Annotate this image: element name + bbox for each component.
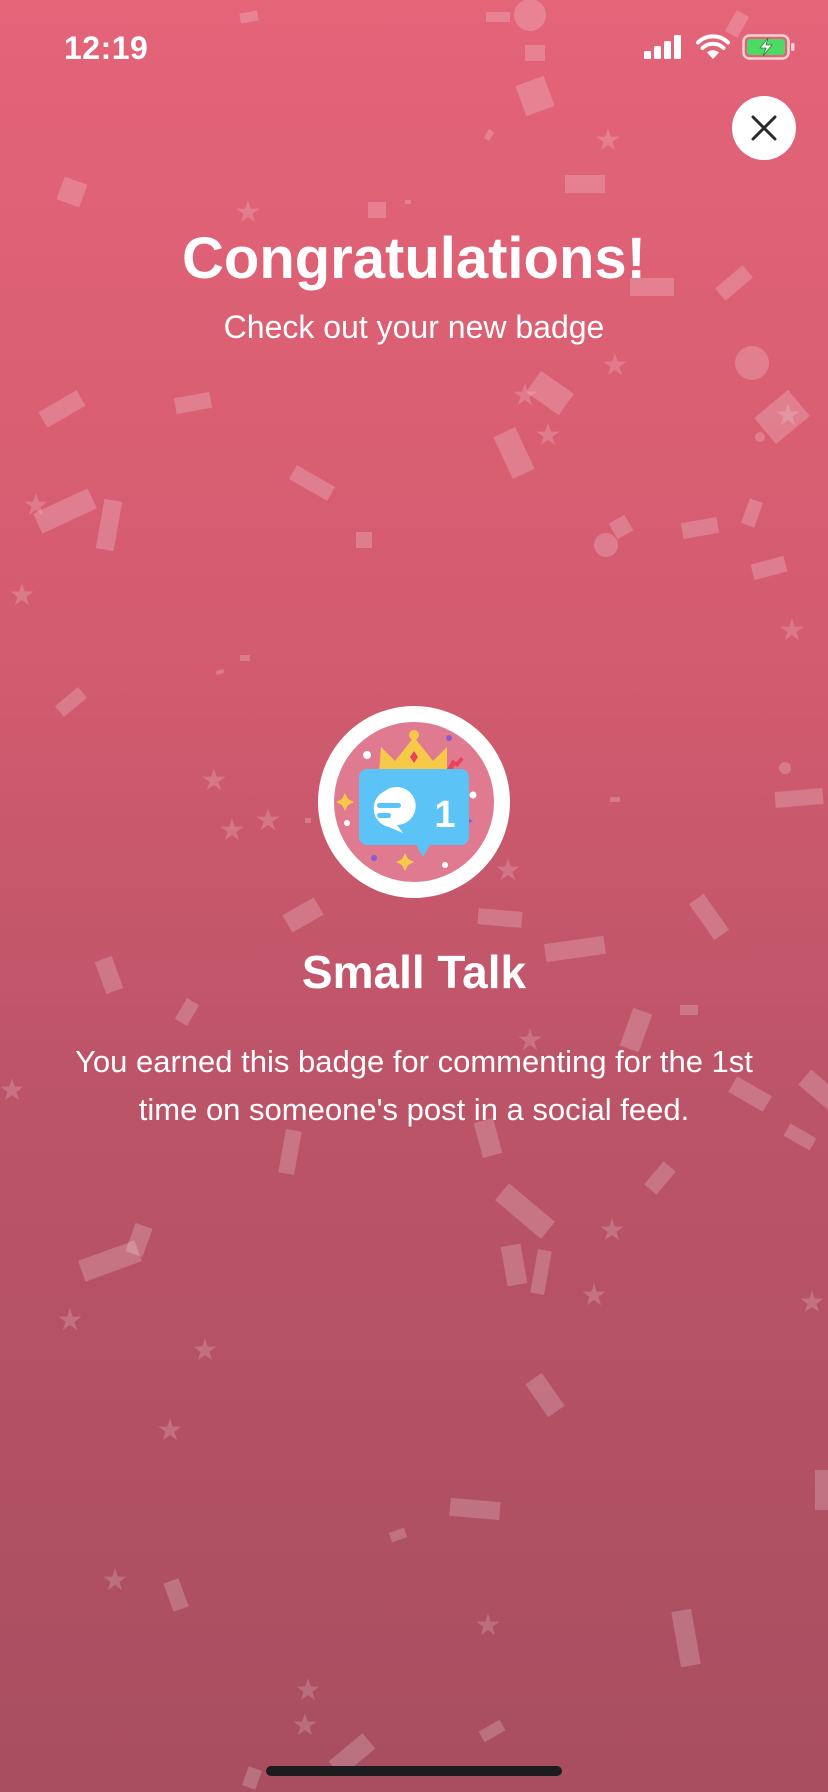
svg-text:★: ★ <box>57 1303 84 1338</box>
page-subtitle: Check out your new badge <box>223 309 605 345</box>
home-indicator <box>266 1766 562 1776</box>
svg-text:★: ★ <box>192 1333 219 1368</box>
badge-name: Small Talk <box>301 946 527 998</box>
status-icons <box>644 34 796 60</box>
svg-text:★: ★ <box>475 1608 502 1643</box>
svg-text:★: ★ <box>581 1278 608 1313</box>
svg-text:★: ★ <box>292 1708 319 1743</box>
badge-description: You earned this badge for commenting for… <box>75 1044 753 1127</box>
close-icon <box>751 115 777 141</box>
svg-text:★: ★ <box>9 578 36 613</box>
page-title: Congratulations! <box>182 226 646 291</box>
wifi-icon <box>696 34 730 59</box>
close-button[interactable] <box>732 96 796 160</box>
badge-number: 1 <box>434 794 455 836</box>
svg-text:★: ★ <box>157 1413 184 1448</box>
svg-text:★: ★ <box>535 418 562 453</box>
svg-text:★: ★ <box>23 488 50 523</box>
cellular-signal-icon <box>644 35 681 59</box>
svg-text:★: ★ <box>775 398 802 433</box>
svg-text:★: ★ <box>102 1563 129 1598</box>
svg-text:★: ★ <box>779 613 806 648</box>
battery-charging-icon <box>742 34 795 60</box>
svg-text:★: ★ <box>295 1673 322 1708</box>
status-time: 12:19 <box>64 30 149 66</box>
svg-text:★: ★ <box>595 123 622 158</box>
status-bar: 12:19 <box>0 0 828 100</box>
svg-text:★: ★ <box>602 348 629 383</box>
svg-text:★: ★ <box>512 378 539 413</box>
svg-text:★: ★ <box>255 803 282 838</box>
svg-text:★: ★ <box>219 813 246 848</box>
svg-text:★: ★ <box>201 763 228 798</box>
badge-icon: 1 <box>318 706 510 898</box>
svg-text:★: ★ <box>599 1213 626 1248</box>
svg-text:★: ★ <box>0 1073 25 1108</box>
svg-text:★: ★ <box>799 1285 826 1320</box>
